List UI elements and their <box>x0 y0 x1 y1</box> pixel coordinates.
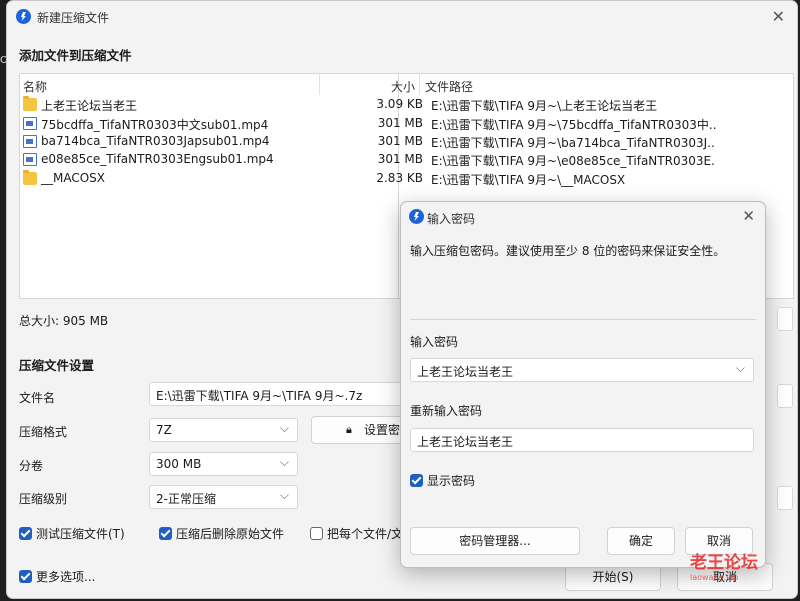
file-size: 2.83 KB <box>376 171 423 185</box>
format-select[interactable]: 7Z <box>149 418 298 442</box>
file-name: 上老王论坛当老王 <box>41 99 138 113</box>
file-size: 301 MB <box>377 134 423 148</box>
set-password-button[interactable]: 🔒︎ 设置密 <box>311 416 411 444</box>
dialog-title: 输入密码 <box>427 212 476 226</box>
file-row[interactable]: __MACOSX 2.83 KB E:\迅雷下载\TIFA 9月~\__MACO… <box>21 170 793 188</box>
video-file-icon <box>23 135 37 148</box>
video-file-icon <box>23 117 37 130</box>
set-password-label: 设置密 <box>364 423 401 437</box>
delete-after-checkbox[interactable]: 压缩后删除原始文件 <box>159 525 284 542</box>
file-path: E:\迅雷下载\TIFA 9月~\ba714bca_TifaNTR0303J..… <box>431 136 716 150</box>
filename-label: 文件名 <box>19 391 56 405</box>
password-manager-button[interactable]: 密码管理器... <box>410 527 580 555</box>
folder-icon <box>23 170 37 185</box>
volume-select[interactable]: 300 MB <box>149 452 298 476</box>
level-value: 2-正常压缩 <box>156 492 216 506</box>
title-bar: 新建压缩文件 ✕ <box>7 1 797 33</box>
password-dialog: 输入密码 ✕ 输入压缩包密码。建议使用至少 8 位的密码来保证安全性。 输入密码… <box>400 201 766 568</box>
right-edge-control <box>777 384 793 408</box>
test-archive-label: 测试压缩文件(T) <box>36 527 125 541</box>
column-header-size[interactable]: 大小 <box>391 78 415 96</box>
password-label: 输入密码 <box>410 335 459 349</box>
dialog-cancel-button[interactable]: 取消 <box>685 527 753 555</box>
file-path: E:\迅雷下载\TIFA 9月~\__MACOSX <box>431 173 626 187</box>
file-name: e08e85ce_TifaNTR0303Engsub01.mp4 <box>41 152 274 166</box>
file-path: E:\迅雷下载\TIFA 9月~\75bcdffa_TifaNTR0303中..… <box>431 118 716 132</box>
test-archive-checkbox[interactable]: 测试压缩文件(T) <box>19 525 125 542</box>
delete-after-label: 压缩后删除原始文件 <box>176 527 285 541</box>
file-row[interactable]: e08e85ce_TifaNTR0303Engsub01.mp4 301 MB … <box>21 151 793 169</box>
reenter-password-input[interactable]: 上老王论坛当老王 <box>410 428 754 452</box>
ok-button[interactable]: 确定 <box>607 527 675 555</box>
file-row[interactable]: 上老王论坛当老王 3.09 KB E:\迅雷下载\TIFA 9月~\上老王论坛当… <box>21 96 793 114</box>
lock-icon: 🔒︎ <box>346 423 352 436</box>
file-size: 301 MB <box>377 152 423 166</box>
dialog-title-bar: 输入密码 ✕ <box>401 202 765 232</box>
file-path: E:\迅雷下载\TIFA 9月~\e08e85ce_TifaNTR0303E..… <box>431 154 716 168</box>
show-password-checkbox[interactable]: 显示密码 <box>410 472 475 489</box>
file-name: 75bcdffa_TifaNTR0303中文sub01.mp4 <box>41 118 269 132</box>
format-value: 7Z <box>156 423 172 437</box>
password-value: 上老王论坛当老王 <box>417 365 514 379</box>
checkbox-unchecked-icon <box>310 527 323 540</box>
folder-icon <box>23 96 37 111</box>
app-logo-icon <box>409 209 424 224</box>
total-size: 总大小: 905 MB <box>19 314 109 328</box>
dialog-description: 输入压缩包密码。建议使用至少 8 位的密码来保证安全性。 <box>410 244 726 258</box>
checkbox-checked-icon <box>19 570 32 583</box>
password-input[interactable]: 上老王论坛当老王 <box>410 358 754 382</box>
format-label: 压缩格式 <box>19 425 68 439</box>
file-row[interactable]: 75bcdffa_TifaNTR0303中文sub01.mp4 301 MB E… <box>21 115 793 133</box>
show-password-label: 显示密码 <box>427 474 476 488</box>
column-divider[interactable] <box>319 73 320 95</box>
file-name: __MACOSX <box>41 171 106 185</box>
column-divider[interactable] <box>419 73 420 95</box>
volume-value: 300 MB <box>156 457 202 471</box>
close-icon[interactable]: ✕ <box>772 7 785 26</box>
more-options-label: 更多选项... <box>36 570 96 584</box>
window-title: 新建压缩文件 <box>37 11 110 25</box>
filename-input[interactable]: E:\迅雷下载\TIFA 9月~\TIFA 9月~.7z <box>149 382 419 406</box>
more-options-checkbox[interactable]: 更多选项... <box>19 568 95 585</box>
add-files-heading: 添加文件到压缩文件 <box>19 48 132 63</box>
level-select[interactable]: 2-正常压缩 <box>149 485 298 509</box>
app-logo-icon <box>16 9 31 24</box>
column-header-name[interactable]: 名称 <box>23 78 47 96</box>
divider <box>410 319 756 320</box>
each-file-checkbox[interactable]: 把每个文件/文 <box>310 525 403 542</box>
file-size: 3.09 KB <box>376 97 423 111</box>
level-label: 压缩级别 <box>19 492 68 506</box>
file-size: 301 MB <box>377 116 423 130</box>
right-edge-control <box>777 307 793 331</box>
checkbox-checked-icon <box>19 527 32 540</box>
checkbox-checked-icon <box>159 527 172 540</box>
column-header-path[interactable]: 文件路径 <box>425 78 473 96</box>
reenter-password-label: 重新输入密码 <box>410 404 483 418</box>
right-edge-control <box>777 486 793 510</box>
video-file-icon <box>23 153 37 166</box>
file-row[interactable]: ba714bca_TifaNTR0303Japsub01.mp4 301 MB … <box>21 133 793 151</box>
file-path: E:\迅雷下载\TIFA 9月~\上老王论坛当老王 <box>431 99 658 113</box>
archive-settings-heading: 压缩文件设置 <box>19 358 95 373</box>
volume-label: 分卷 <box>19 459 44 473</box>
checkbox-checked-icon <box>410 474 423 487</box>
each-file-label: 把每个文件/文 <box>327 527 404 541</box>
close-icon[interactable]: ✕ <box>742 207 755 225</box>
file-name: ba714bca_TifaNTR0303Japsub01.mp4 <box>41 134 270 148</box>
